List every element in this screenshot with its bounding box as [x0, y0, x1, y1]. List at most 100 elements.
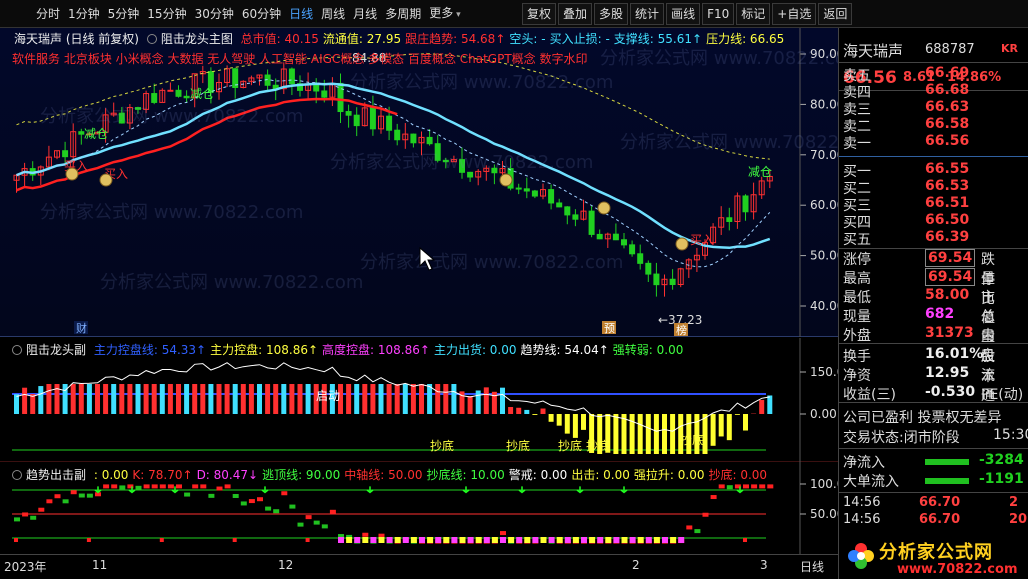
period-tab-10[interactable]: 更多	[425, 0, 464, 29]
control-bar	[370, 384, 376, 414]
concept-line: 软件服务 北京板块 小米概念 大数据 无人驾驶 人工智能 AIGC概念 多模态 …	[12, 52, 588, 66]
toolbar-button-1[interactable]: 叠加	[558, 3, 593, 25]
indicator-settings-icon[interactable]	[146, 34, 157, 44]
period-tab-2[interactable]: 5分钟	[104, 0, 144, 28]
control-bar	[224, 384, 230, 414]
kd-segment	[240, 501, 247, 506]
bid-row-value: 66.51	[925, 195, 970, 211]
bottom-signal-block	[564, 537, 571, 543]
candle	[426, 136, 433, 145]
candle	[531, 190, 538, 197]
indicator-name[interactable]: 阻击龙头主图	[161, 32, 233, 46]
moneybag-icon	[499, 173, 513, 187]
signal-label: 抄底	[680, 432, 704, 447]
bottom-signal-block	[354, 537, 361, 543]
stat-row: 外盘 31373 内盘	[843, 325, 995, 364]
kd-segment	[14, 517, 20, 522]
signal-label: 抄底	[506, 438, 530, 453]
period-tab-7[interactable]: 周线	[317, 0, 349, 28]
control-bar	[111, 384, 117, 414]
watermark-text: 分析家公式网 www.70822.com	[620, 132, 838, 153]
candle	[629, 244, 636, 255]
main-legend-item-3: 空头: -	[509, 32, 546, 46]
sub-indicator-2-panel[interactable]: 100.0 50.00 趋势出击副 : 0.00K: 78.70↑D: 80.47…	[0, 462, 838, 554]
candle	[288, 68, 295, 85]
control-bar	[564, 414, 570, 434]
control-bar	[645, 414, 651, 454]
sub1-settings-icon[interactable]	[12, 345, 22, 355]
candlestick-chart[interactable]: 90.0080.0070.0060.0050.0040.00减仓减仓买入买入买入…	[0, 28, 838, 337]
period-tab-1[interactable]: 1分钟	[64, 0, 104, 28]
control-bar	[86, 384, 92, 414]
period-tab-4[interactable]: 30分钟	[191, 0, 238, 28]
kd-segment	[289, 504, 296, 509]
y-tick-label: 150.0	[810, 365, 838, 379]
watermark-text: 分析家公式网 www.70822.com	[40, 202, 303, 223]
control-bar	[167, 384, 173, 414]
control-bar	[670, 414, 676, 454]
brand-banner: 分析家公式网 www.70822.com	[839, 536, 1028, 579]
signal-label: 减仓	[84, 127, 108, 141]
x-tick-11: 11	[92, 558, 108, 572]
kd-segment	[78, 493, 85, 498]
signal-label: 减仓	[190, 87, 214, 101]
kd-segment	[22, 512, 29, 517]
period-indicator[interactable]: 日线	[800, 558, 824, 575]
bottom-signal-block	[435, 537, 442, 543]
control-bar	[281, 384, 287, 414]
main-legend-item-0: 总市值: 40.15	[240, 32, 319, 46]
control-bar	[119, 384, 125, 414]
sub2-settings-icon[interactable]	[12, 470, 22, 480]
candle	[564, 206, 571, 216]
bottom-signal-block	[500, 537, 506, 543]
toolbar-button-3[interactable]: 统计	[630, 3, 665, 25]
bottom-signal-block	[459, 537, 466, 543]
control-bar	[248, 384, 254, 414]
sell-arrow-icon	[576, 486, 584, 494]
stock-label: 海天瑞声 (日线 前复权)	[14, 32, 139, 46]
period-tab-5[interactable]: 60分钟	[238, 0, 285, 28]
toolbar-button-2[interactable]: 多股	[594, 3, 629, 25]
toolbar-button-6[interactable]: 标记	[736, 3, 771, 25]
sub1-name[interactable]: 阻击龙头副	[26, 343, 86, 357]
control-bar	[208, 384, 214, 414]
sub-indicator-1-panel[interactable]: 150.00.00启动抄底抄底抄底抄底抄底 阻击龙头副 主力控盘线: 54.33…	[0, 338, 838, 462]
period-tab-9[interactable]: 多周期	[381, 0, 425, 28]
control-bar	[524, 409, 530, 414]
control-bar	[257, 384, 262, 414]
period-tab-3[interactable]: 15分钟	[143, 0, 190, 28]
kd-segment	[135, 485, 142, 490]
kd-segment	[208, 493, 215, 498]
fin-row-value: 16.01%	[925, 346, 984, 362]
bottom-signal-block	[637, 537, 644, 543]
fin-row-label2: PE(动)	[981, 387, 1024, 403]
candle	[669, 278, 676, 286]
fund-flow-label: 大单流入	[843, 474, 899, 490]
toolbar-button-0[interactable]: 复权	[522, 3, 557, 25]
toolbar-button-8[interactable]: 返回	[818, 3, 853, 25]
period-tab-6[interactable]: 日线	[285, 0, 317, 28]
fin-row-label: 收益(三)	[843, 387, 896, 403]
main-chart-panel[interactable]: 90.0080.0070.0060.0050.0040.00减仓减仓买入买入买入…	[0, 28, 838, 337]
fund-flow-value: -3284	[979, 452, 1024, 468]
kd-segment	[176, 484, 182, 489]
candle	[596, 233, 603, 240]
main-legend-item-4: 买入止损: -	[549, 32, 610, 46]
y-tick-label: 40.00	[810, 299, 838, 313]
kd-segment	[329, 509, 336, 514]
sell-arrow-icon	[261, 486, 269, 494]
event-marker: 榜	[676, 323, 687, 337]
control-bar	[297, 384, 303, 414]
event-marker: 财	[76, 321, 87, 335]
bottom-signal-block	[475, 537, 482, 543]
sell-arrow-icon	[518, 486, 526, 494]
toolbar-button-4[interactable]: 画线	[666, 3, 701, 25]
kd-segment	[313, 520, 320, 525]
sub2-name[interactable]: 趋势出击副	[26, 468, 86, 482]
period-tab-0[interactable]: 分时	[0, 0, 64, 28]
toolbar-button-7[interactable]: +自选	[772, 3, 817, 25]
toolbar-button-5[interactable]: F10	[702, 3, 735, 25]
kd-segment	[743, 484, 749, 489]
period-tab-8[interactable]: 月线	[349, 0, 381, 28]
sell-arrow-icon	[462, 486, 470, 494]
